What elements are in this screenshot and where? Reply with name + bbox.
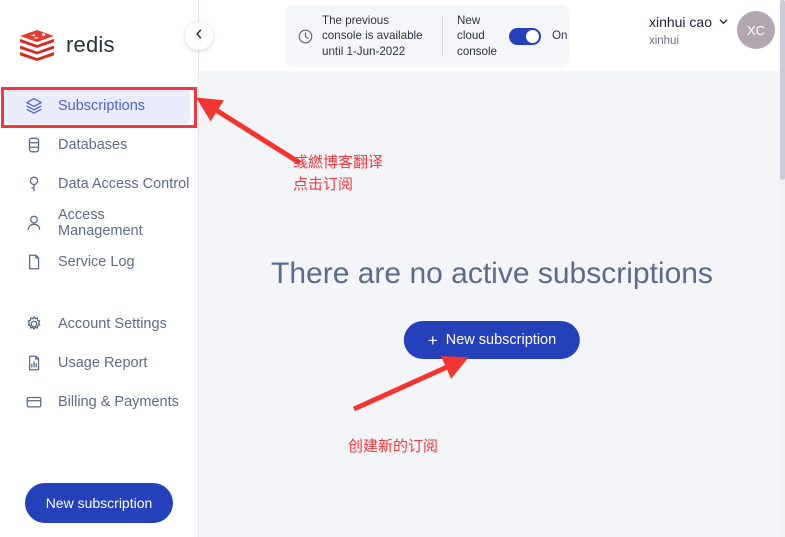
sidebar-item-billing-payments[interactable]: Billing & Payments: [4, 384, 190, 420]
new-subscription-button-label: New subscription: [445, 332, 557, 348]
sidebar-new-subscription-button[interactable]: New subscription: [25, 483, 173, 523]
sidebar-item-data-access-control[interactable]: Data Access Control: [4, 166, 190, 202]
user-org-label: xinhui: [648, 35, 680, 47]
user-menu[interactable]: xinhui cao xinhui: [649, 14, 729, 47]
console-notice-banner: The previous console is available until …: [285, 5, 570, 67]
sidebar-item-label: Databases: [58, 137, 128, 153]
report-icon: [24, 353, 44, 373]
page-title: There are no active subscriptions: [271, 257, 713, 290]
plus-icon: +: [427, 330, 438, 350]
user-name-button[interactable]: xinhui cao: [649, 14, 729, 30]
sidebar-item-label: Billing & Payments: [58, 394, 179, 410]
top-header: The previous console is available until …: [199, 0, 785, 71]
sidebar-item-label: Data Access Control: [58, 176, 190, 192]
annotation-highlight-subscriptions: [1, 87, 197, 128]
sidebar-group-secondary: Account Settings Usage Report Billing & …: [0, 306, 198, 420]
sidebar: redis Subscriptions Databases Data Acces…: [0, 0, 199, 537]
console-notice-text: The previous console is available until …: [322, 13, 423, 58]
scrollbar-thumb[interactable]: [780, 0, 785, 180]
avatar-initials: XC: [746, 22, 766, 38]
user-icon: [24, 213, 44, 233]
sidebar-item-account-settings[interactable]: Account Settings: [4, 306, 190, 342]
sidebar-item-label: Service Log: [58, 254, 135, 270]
sidebar-item-label: Account Settings: [58, 316, 167, 332]
toggle-state-label: On: [552, 29, 568, 43]
sidebar-item-access-management[interactable]: Access Management: [4, 205, 190, 241]
chevron-left-icon: [193, 27, 205, 45]
avatar[interactable]: XC: [737, 11, 775, 49]
banner-divider: [442, 16, 444, 56]
sidebar-item-label: Access Management: [58, 207, 143, 239]
new-subscription-button[interactable]: + New subscription: [403, 321, 581, 359]
sidebar-item-usage-report[interactable]: Usage Report: [4, 345, 190, 381]
brand-name: redis: [66, 32, 115, 57]
clock-icon: [297, 28, 314, 45]
main-content: There are no active subscriptions + New …: [199, 71, 785, 537]
gear-icon: [24, 314, 44, 334]
page-scrollbar[interactable]: [780, 0, 785, 537]
toggle-knob: [526, 29, 539, 43]
new-cloud-console-toggle[interactable]: [509, 27, 541, 45]
brand: redis: [0, 0, 198, 70]
sidebar-nav: Subscriptions Databases Data Access Cont…: [0, 88, 198, 420]
credit-card-icon: [24, 392, 44, 412]
sidebar-collapse-button[interactable]: [185, 22, 213, 50]
sidebar-item-service-log[interactable]: Service Log: [4, 244, 190, 280]
redis-cube-logo-icon: [18, 29, 56, 61]
key-icon: [24, 174, 44, 194]
chevron-down-icon: [718, 14, 729, 30]
document-icon: [24, 252, 44, 272]
new-cloud-console-label: New cloud console: [457, 13, 497, 58]
user-name-label: xinhui cao: [648, 14, 712, 30]
database-icon: [24, 135, 44, 155]
app-root: redis Subscriptions Databases Data Acces…: [0, 0, 785, 537]
sidebar-item-label: Usage Report: [58, 355, 148, 371]
sidebar-item-databases[interactable]: Databases: [4, 127, 190, 163]
